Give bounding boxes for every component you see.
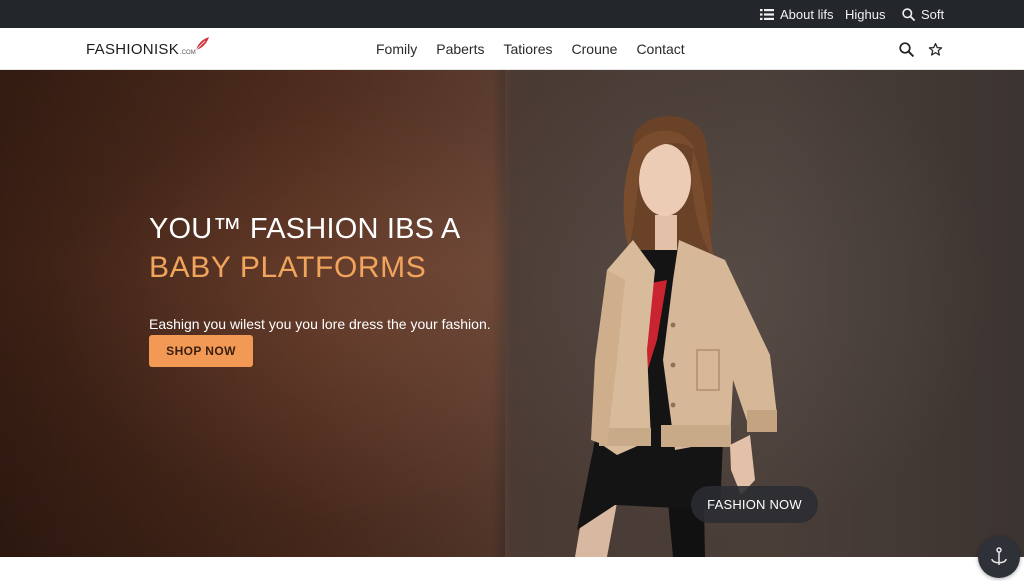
site-logo[interactable]: FASHIONISK .COM — [86, 28, 210, 70]
hero-subtext: Eashign you wilest you you lore dress th… — [149, 316, 491, 332]
hero-left-backdrop — [0, 70, 505, 557]
nav-link-paberts[interactable]: Paberts — [436, 41, 484, 57]
shop-now-button[interactable]: SHOP NOW — [149, 335, 253, 367]
search-icon[interactable] — [899, 41, 914, 57]
nav-link-contact[interactable]: Contact — [636, 41, 684, 57]
nav-link-tatiores[interactable]: Tatiores — [503, 41, 552, 57]
main-navbar: FASHIONISK .COM Fomily Paberts Tatiores … — [0, 28, 1024, 70]
logo-text: FASHIONISK — [86, 40, 180, 58]
highus-link[interactable]: Highus — [845, 0, 885, 28]
soft-link-label: Soft — [921, 6, 945, 22]
hero-banner: YOU™ FASHION IBS A BABY PLATFORMS Eashig… — [0, 70, 1024, 557]
hero-headline: YOU™ FASHION IBS A — [149, 213, 461, 245]
highus-link-label: Highus — [845, 6, 886, 22]
nav-link-fomily[interactable]: Fomily — [376, 41, 417, 57]
nav-link-croune[interactable]: Croune — [572, 41, 618, 57]
star-icon[interactable] — [928, 42, 943, 57]
search-icon — [902, 7, 915, 21]
about-link-label: About lifs — [780, 6, 834, 22]
about-link[interactable]: About lifs — [760, 0, 833, 28]
soft-search-link[interactable]: Soft — [902, 0, 944, 28]
floating-action-button[interactable] — [978, 536, 1020, 578]
page-footer-strip — [0, 557, 1024, 581]
nav-icon-group — [899, 28, 943, 70]
primary-nav: Fomily Paberts Tatiores Croune Contact — [376, 28, 685, 70]
fashion-now-label: FASHION NOW — [707, 497, 802, 512]
top-utility-bar: About lifs Highus Soft — [0, 0, 1024, 28]
anchor-icon — [991, 547, 1007, 565]
leaf-icon — [195, 37, 209, 51]
hero-headline-accent: BABY PLATFORMS — [149, 251, 427, 284]
list-icon — [760, 8, 774, 20]
fashion-now-button[interactable]: FASHION NOW — [691, 486, 818, 523]
